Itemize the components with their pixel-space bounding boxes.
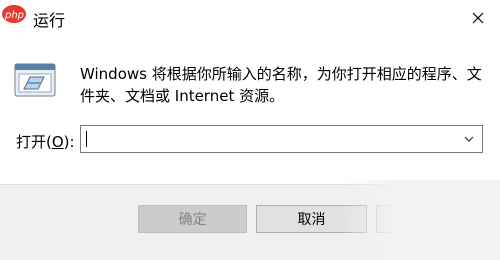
run-dialog: php 运行 Windows 将根据你所输入的名称，为你打开相应的程序、文件夹、… — [0, 0, 500, 260]
close-icon — [472, 12, 484, 24]
title-bar: php 运行 — [0, 0, 500, 36]
run-icon — [14, 63, 56, 97]
open-input[interactable] — [81, 126, 451, 152]
text-caret — [86, 131, 87, 147]
open-label: 打开(O): — [16, 131, 75, 152]
open-label-suffix: ): — [63, 133, 75, 151]
open-combobox[interactable] — [80, 125, 483, 153]
run-description: Windows 将根据你所输入的名称，为你打开相应的程序、文件夹、文档或 Int… — [80, 65, 482, 105]
window-title: 运行 — [33, 11, 66, 30]
blurred-corner-overlay — [340, 180, 500, 260]
open-dropdown-button[interactable] — [460, 130, 478, 148]
open-label-prefix: 打开( — [16, 133, 52, 151]
chevron-down-icon — [464, 136, 474, 142]
watermark-logo-icon: php — [2, 5, 26, 23]
ok-button[interactable]: 确定 — [138, 205, 247, 233]
open-label-mnemonic: O — [51, 133, 64, 151]
svg-text:php: php — [4, 10, 24, 21]
close-button[interactable] — [464, 6, 492, 30]
